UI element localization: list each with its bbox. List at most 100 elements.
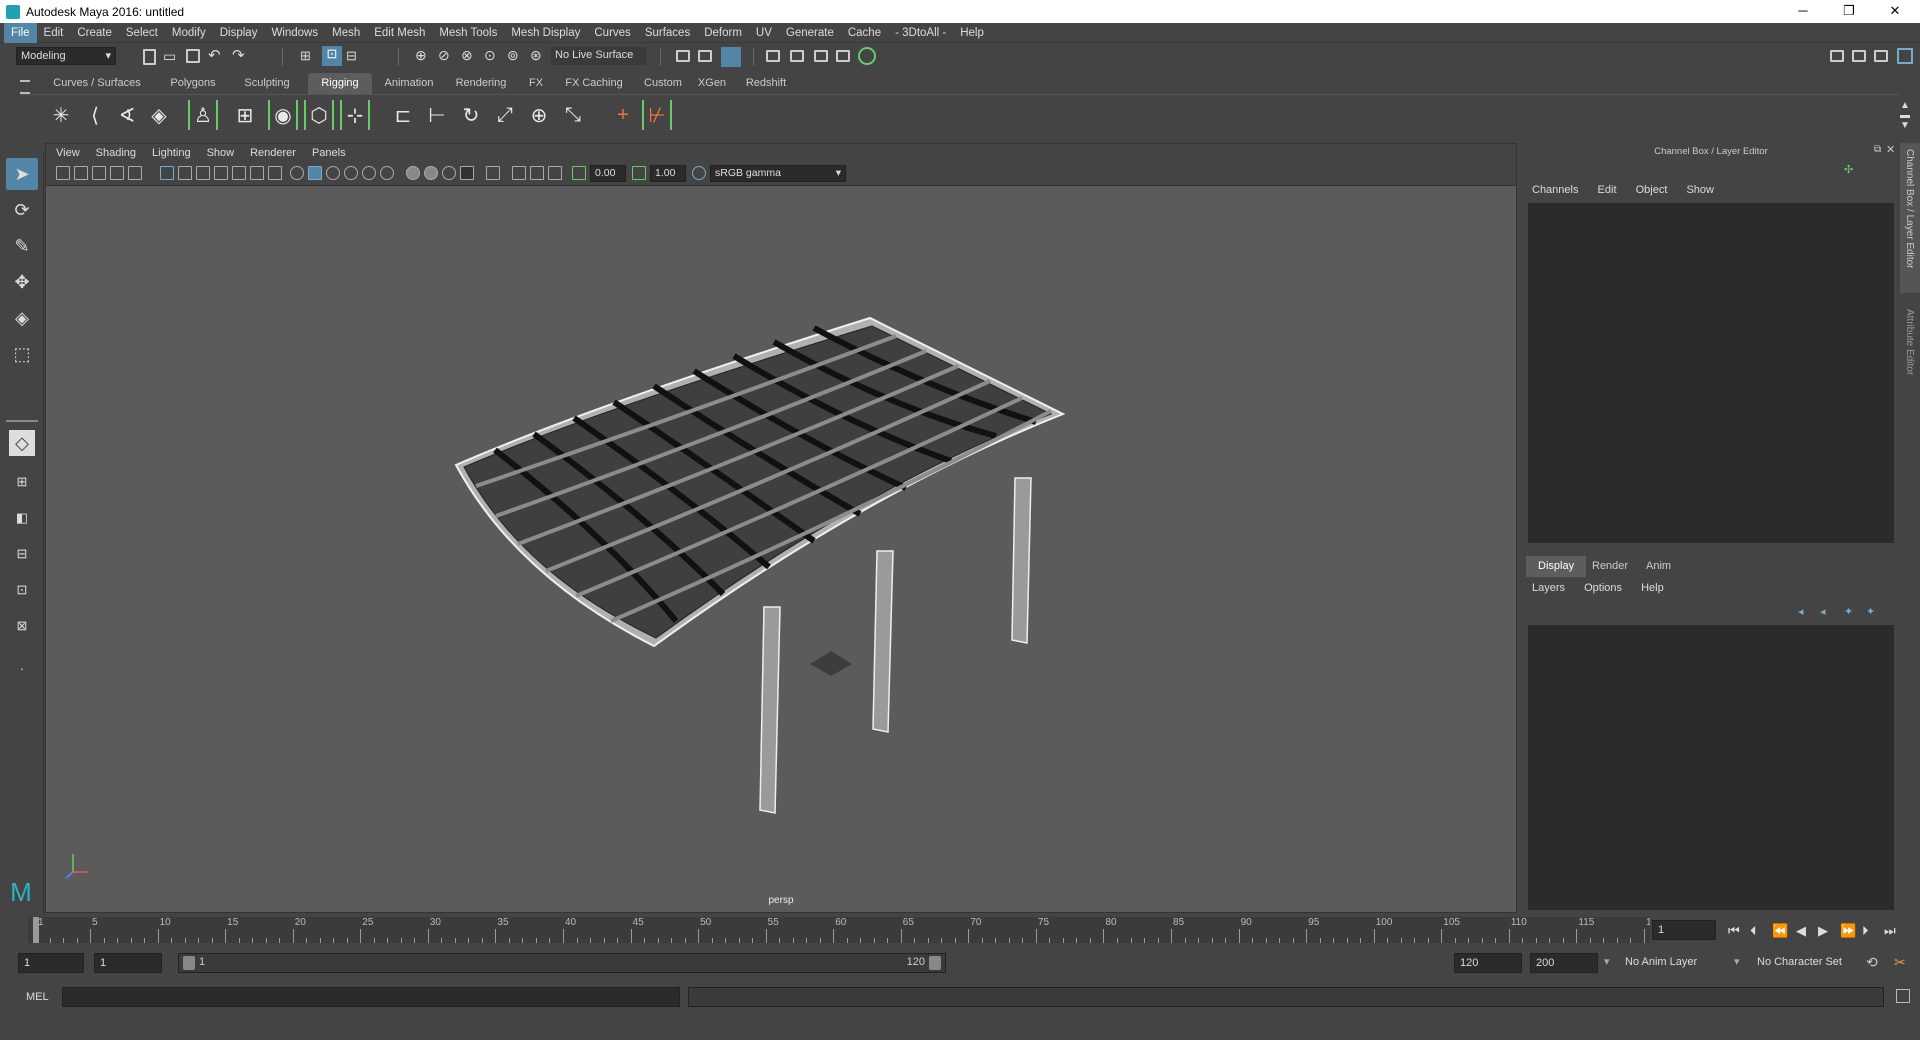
bind-skin-icon[interactable]: ⊞ — [230, 100, 260, 130]
persp-uv-layout-icon[interactable]: ⊠ — [6, 610, 38, 642]
menu-uv[interactable]: UV — [749, 23, 779, 43]
viewport-menu-renderer[interactable]: Renderer — [242, 144, 304, 162]
scale-constraint-icon[interactable]: ⤢ — [490, 100, 520, 130]
make-live-icon[interactable]: ⊛ — [530, 47, 546, 63]
set-driven-key-icon[interactable]: ⊬ — [642, 100, 672, 130]
exposure-icon[interactable] — [572, 166, 586, 180]
new-empty-layer-icon[interactable]: ✦ — [1844, 605, 1853, 618]
menu-windows[interactable]: Windows — [264, 23, 325, 43]
menu-display[interactable]: Display — [213, 23, 265, 43]
open-scene-icon[interactable]: ▭ — [163, 48, 179, 64]
play-forwards-icon[interactable]: ▶ — [1818, 923, 1828, 939]
safe-action-icon[interactable] — [250, 166, 264, 180]
viewport-menu-lighting[interactable]: Lighting — [144, 144, 199, 162]
film-gate-icon[interactable] — [178, 166, 192, 180]
modeling-toolkit-icon[interactable] — [1852, 50, 1866, 62]
current-time-marker[interactable] — [33, 917, 39, 943]
go-to-end-icon[interactable]: ⏭ — [1884, 923, 1896, 939]
play-backwards-icon[interactable]: ◀ — [1796, 923, 1806, 939]
end-time-field[interactable]: 200 — [1530, 953, 1598, 973]
layer-menu-layers[interactable]: Layers — [1524, 579, 1573, 597]
layer-menu-options[interactable]: Options — [1576, 579, 1630, 597]
menu-cache[interactable]: Cache — [841, 23, 888, 43]
shadows-icon[interactable] — [406, 166, 420, 180]
ipr-render-icon[interactable] — [790, 50, 804, 62]
shelf-tab-rigging[interactable]: Rigging — [308, 73, 372, 94]
close-button[interactable]: ✕ — [1872, 0, 1918, 23]
quick-rig-icon[interactable]: ♙ — [188, 100, 218, 130]
xray-active-components-icon[interactable] — [530, 166, 544, 180]
use-all-lights-icon[interactable] — [380, 166, 394, 180]
shelf-tab-curves-surfaces[interactable]: Curves / Surfaces — [42, 73, 152, 94]
rotate-tool-icon[interactable]: ◈ — [6, 302, 38, 334]
viewport-menu-view[interactable]: View — [48, 144, 88, 162]
isolate-select-icon[interactable] — [486, 166, 500, 180]
move-layer-down-icon[interactable]: ◂ — [1820, 605, 1826, 618]
new-layer-selected-icon[interactable]: ✦ — [1866, 605, 1875, 618]
animation-preferences-icon[interactable]: ✂ — [1894, 954, 1906, 971]
range-slider[interactable]: 1 120 — [178, 953, 946, 973]
shelf-tab-sculpting[interactable]: Sculpting — [232, 73, 302, 94]
single-perspective-layout-icon[interactable]: ◇ — [9, 430, 35, 456]
menu-help[interactable]: Help — [953, 23, 991, 43]
step-forward-key-icon[interactable]: ⏩ — [1840, 923, 1856, 939]
parent-constraint-icon[interactable]: ⊏ — [388, 100, 418, 130]
default-material-icon[interactable] — [326, 166, 340, 180]
minimize-button[interactable]: ─ — [1780, 0, 1826, 23]
menu-deform[interactable]: Deform — [697, 23, 749, 43]
viewport-menu-panels[interactable]: Panels — [304, 144, 354, 162]
gate-mask-icon[interactable] — [214, 166, 228, 180]
menu-mesh-display[interactable]: Mesh Display — [504, 23, 587, 43]
time-ruler[interactable]: 1 5 10 15 20 25 30 35 40 45 50 55 60 65 70 75 80 85 90 95 10… — [28, 917, 1663, 943]
chevron-down-icon[interactable]: ▾ — [1604, 955, 1610, 968]
live-surface-field[interactable]: No Live Surface — [551, 47, 646, 65]
toggle-outliner-icon[interactable] — [1830, 50, 1844, 62]
color-management-icon[interactable] — [692, 166, 706, 180]
point-constraint-icon[interactable]: ⊢ — [422, 100, 452, 130]
insert-joint-icon[interactable]: ⟨ — [80, 100, 110, 130]
current-frame-field[interactable]: 1 — [1652, 920, 1716, 940]
smooth-shade-icon[interactable] — [308, 166, 322, 180]
xray-joints-icon[interactable] — [548, 166, 562, 180]
close-panel-icon[interactable]: ✕ — [1886, 143, 1895, 156]
snap-surface-icon[interactable]: ⊚ — [507, 47, 523, 63]
layer-tab-render[interactable]: Render — [1580, 556, 1640, 577]
menu-file[interactable]: File — [4, 22, 37, 43]
render-settings-icon[interactable] — [814, 50, 828, 62]
layer-tab-anim[interactable]: Anim — [1634, 556, 1683, 577]
construction-history-icon[interactable] — [698, 50, 712, 62]
character-set-dropdown[interactable]: No Character Set — [1752, 953, 1864, 973]
channel-menu-object[interactable]: Object — [1628, 181, 1676, 199]
command-input[interactable] — [62, 987, 680, 1007]
step-forward-icon[interactable]: ⏵ — [1862, 923, 1869, 939]
menu-mesh-tools[interactable]: Mesh Tools — [432, 23, 504, 43]
range-end-handle[interactable] — [929, 956, 941, 970]
exposure-field[interactable]: 0.00 — [590, 165, 626, 182]
snap-curve-icon[interactable]: ⊘ — [438, 47, 454, 63]
auto-key-icon[interactable]: ⟲ — [1866, 954, 1878, 971]
script-editor-icon[interactable] — [1896, 989, 1910, 1003]
camera-attributes-icon[interactable] — [74, 166, 88, 180]
grease-pencil-icon[interactable] — [128, 166, 142, 180]
four-view-layout-icon[interactable]: ⊞ — [6, 466, 38, 498]
mode-dropdown[interactable]: Modeling ▾ — [16, 47, 116, 65]
shelf-tab-rendering[interactable]: Rendering — [448, 73, 514, 94]
gamma-icon[interactable] — [632, 166, 646, 180]
shelf-tab-custom[interactable]: Custom — [638, 73, 688, 94]
channel-box-toggle-icon[interactable] — [1897, 48, 1913, 64]
step-back-key-icon[interactable]: ⏪ — [1772, 923, 1788, 939]
menu-curves[interactable]: Curves — [587, 23, 637, 43]
cluster-icon[interactable]: ⊹ — [340, 100, 370, 130]
select-camera-icon[interactable] — [56, 166, 70, 180]
channel-menu-channels[interactable]: Channels — [1524, 181, 1586, 199]
screen-space-ao-icon[interactable] — [424, 166, 438, 180]
textured-icon[interactable] — [362, 166, 376, 180]
attribute-editor-toggle-icon[interactable] — [1874, 50, 1888, 62]
shelf-tab-polygons[interactable]: Polygons — [158, 73, 228, 94]
lasso-tool-icon[interactable]: ⟳ — [6, 194, 38, 226]
shelf-tab-redshift[interactable]: Redshift — [736, 73, 796, 94]
select-tool-icon[interactable]: ➤ — [6, 158, 38, 190]
paint-select-icon[interactable]: ✎ — [6, 230, 38, 262]
snap-point-icon[interactable]: ⊗ — [461, 47, 477, 63]
xray-icon[interactable] — [512, 166, 526, 180]
